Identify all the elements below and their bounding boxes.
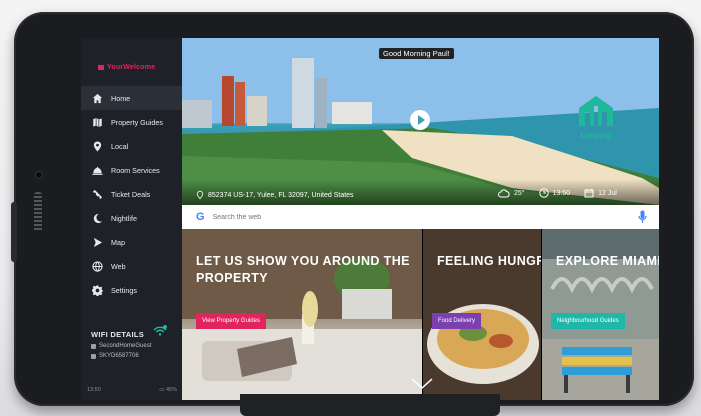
wifi-password-row: SKYD6587706 — [91, 353, 177, 359]
sidebar-item-label: Nightlife — [111, 213, 137, 223]
sidebar-item-label: Home — [111, 93, 131, 103]
lodging-logo: Lodging — [574, 94, 618, 140]
chevron-down-icon[interactable] — [411, 378, 433, 390]
search-input[interactable] — [210, 212, 615, 222]
sidebar-item-label: Room Services — [111, 165, 160, 175]
wifi-network-row: SecondHomeGuest — [91, 343, 177, 349]
brand-icon — [98, 64, 104, 70]
battery-level: 45% — [165, 387, 177, 393]
wifi-password: SKYD6587706 — [99, 353, 139, 359]
sidebar-item-home[interactable]: Home — [81, 86, 182, 110]
google-icon: G — [196, 211, 205, 223]
calendar-icon — [584, 189, 594, 198]
brand-name: YourWelcome — [107, 64, 156, 71]
neighbourhood-guides-button[interactable]: Neighbourhood Guides — [551, 313, 625, 329]
location-pin-icon — [93, 140, 102, 152]
power-button — [11, 202, 17, 262]
sidebar-item-ticket-deals[interactable]: Ticket Deals — [81, 182, 182, 206]
date: 12 Jul — [584, 188, 617, 198]
sidebar-item-nightlife[interactable]: Nightlife — [81, 206, 182, 230]
time-value: 13:50 — [552, 189, 571, 197]
explore-card[interactable]: EXPLORE MIAMI Neighbourhood Guides — [542, 229, 659, 400]
map-book-icon — [92, 116, 103, 128]
view-property-guides-button[interactable]: View Property Guides — [196, 313, 266, 329]
sidebar-item-room-services[interactable]: Room Services — [81, 158, 182, 182]
lock-icon — [91, 353, 96, 359]
globe-icon — [92, 260, 103, 272]
greeting-badge: Good Morning Paul! — [379, 48, 454, 59]
sidebar-item-property-guides[interactable]: Property Guides — [81, 110, 182, 134]
clock: 13:50 — [538, 188, 571, 198]
user-icon — [91, 343, 96, 349]
clock-icon — [538, 188, 549, 198]
wifi-details: WIFI DETAILS SecondHomeGuest SKYD6587706 — [91, 325, 177, 359]
sidebar-item-label: Settings — [111, 285, 137, 295]
sidebar-item-settings[interactable]: Settings — [81, 278, 182, 302]
navigation-arrow-icon — [93, 237, 103, 247]
screen: YourWelcome Home Property Guides Local R… — [81, 38, 659, 400]
sidebar-item-label: Property Guides — [111, 117, 163, 127]
hero-info-bar: 852374 US-17, Yulee, FL 32097, United St… — [182, 179, 659, 205]
date-value: 12 Jul — [598, 189, 617, 197]
location-pin-icon — [196, 190, 204, 200]
play-video-button[interactable] — [410, 110, 430, 130]
sidebar-item-map[interactable]: Map — [81, 230, 182, 254]
gear-icon — [92, 284, 103, 296]
play-icon — [417, 115, 425, 125]
food-delivery-button[interactable]: Food Delivery — [432, 313, 482, 329]
sidebar-item-label: Local — [111, 141, 129, 151]
card-title: EXPLORE MIAMI — [556, 254, 659, 268]
moon-icon — [93, 213, 103, 223]
microphone-icon[interactable] — [638, 210, 647, 224]
ticket-icon — [92, 189, 103, 199]
wifi-icon — [153, 325, 167, 336]
address: 852374 US-17, Yulee, FL 32097, United St… — [196, 190, 354, 200]
property-card[interactable]: LET US SHOW YOU AROUND THE PROPERTY View… — [182, 229, 422, 400]
building-icon — [579, 96, 613, 126]
search-bar: G — [182, 205, 659, 229]
sidebar-item-label: Map — [111, 237, 125, 247]
sidebar: YourWelcome Home Property Guides Local R… — [81, 38, 182, 400]
sidebar-item-label: Web — [111, 261, 126, 271]
address-text: 852374 US-17, Yulee, FL 32097, United St… — [208, 191, 354, 199]
brand-logo[interactable]: YourWelcome — [98, 64, 155, 71]
status-bar: 13:50 ▭ 45% — [87, 387, 177, 393]
card-title: LET US SHOW YOU AROUND THE PROPERTY — [196, 254, 410, 285]
tablet-frame: YourWelcome Home Property Guides Local R… — [11, 12, 694, 406]
hero-banner[interactable]: Good Morning Paul! Lodging 852374 US-17,… — [182, 38, 659, 205]
camera-lens — [36, 172, 42, 178]
logo-text: Lodging — [580, 131, 612, 140]
speaker-grille — [34, 192, 42, 232]
status-time: 13:50 — [87, 387, 101, 393]
sidebar-item-web[interactable]: Web — [81, 254, 182, 278]
tablet-stand — [240, 394, 500, 416]
temperature-value: 25° — [514, 189, 525, 197]
sidebar-item-local[interactable]: Local — [81, 134, 182, 158]
sidebar-nav: Home Property Guides Local Room Services… — [81, 86, 182, 302]
food-card[interactable]: FEELING HUNGRY? Food Delivery — [423, 229, 541, 400]
weather-widget: 25° 13:50 12 Jul — [498, 188, 617, 198]
card-title: FEELING HUNGRY? — [437, 254, 541, 268]
cloche-icon — [92, 166, 103, 175]
temperature: 25° — [498, 188, 525, 198]
battery-indicator: ▭ 45% — [159, 387, 177, 393]
home-icon — [92, 93, 103, 103]
cloud-icon — [498, 188, 510, 197]
wifi-network: SecondHomeGuest — [99, 343, 152, 349]
sidebar-item-label: Ticket Deals — [111, 189, 151, 199]
